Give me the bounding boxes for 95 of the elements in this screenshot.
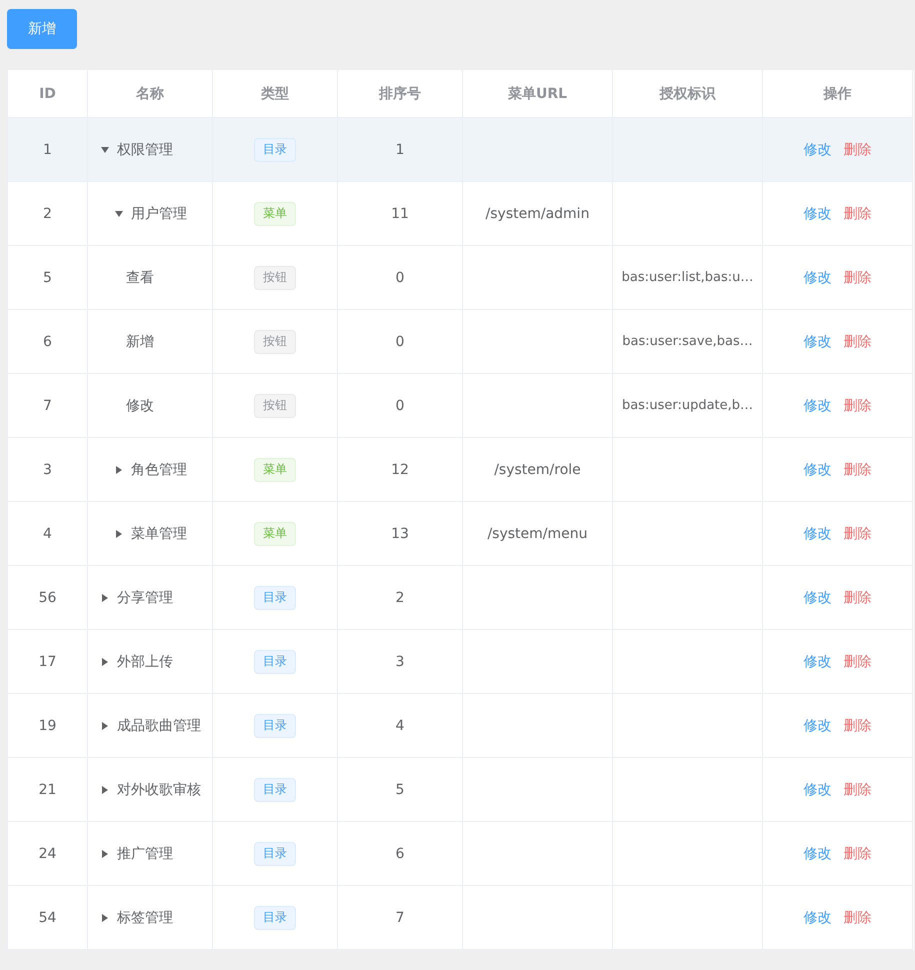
type-tag: 目录	[254, 842, 296, 866]
caret-right-icon[interactable]	[102, 722, 108, 730]
delete-link[interactable]: 删除	[838, 332, 878, 350]
table-cell: 13	[338, 502, 463, 566]
menu-name: 用户管理	[131, 204, 187, 222]
edit-link[interactable]: 修改	[798, 332, 838, 350]
edit-link[interactable]: 修改	[798, 524, 838, 542]
edit-link[interactable]: 修改	[798, 460, 838, 478]
menu-name: 对外收歌审核	[117, 780, 201, 798]
menu-name: 新增	[126, 332, 154, 350]
delete-link[interactable]: 删除	[838, 524, 878, 542]
table-cell: 3	[338, 630, 463, 694]
table-cell: 0	[338, 246, 463, 310]
table-cell: 3	[8, 438, 88, 502]
type-tag: 目录	[254, 138, 296, 162]
table-cell: 5	[338, 758, 463, 822]
permission-key: bas:user:update,b…	[622, 398, 754, 413]
menu-name: 查看	[126, 268, 154, 286]
menu-url: /system/menu	[487, 526, 588, 542]
type-tag: 菜单	[254, 202, 296, 226]
table-cell: 54	[8, 886, 88, 950]
edit-link[interactable]: 修改	[798, 140, 838, 158]
edit-link[interactable]: 修改	[798, 908, 838, 926]
table-cell: 7	[338, 886, 463, 950]
table-cell: 11	[338, 182, 463, 246]
table-cell: 0	[338, 374, 463, 438]
table-cell: 24	[8, 822, 88, 886]
caret-right-icon[interactable]	[102, 594, 108, 602]
delete-link[interactable]: 删除	[838, 652, 878, 670]
table-cell: 0	[338, 310, 463, 374]
menu-name: 标签管理	[117, 908, 173, 926]
table-cell: 5	[8, 246, 88, 310]
edit-link[interactable]: 修改	[798, 204, 838, 222]
menu-name: 修改	[126, 396, 154, 414]
type-tag: 目录	[254, 906, 296, 930]
caret-right-icon[interactable]	[102, 658, 108, 666]
delete-link[interactable]: 删除	[838, 780, 878, 798]
permission-key: bas:user:save,bas…	[622, 334, 753, 349]
table-cell: 12	[338, 438, 463, 502]
table-cell: 21	[8, 758, 88, 822]
caret-down-icon[interactable]	[101, 146, 109, 152]
edit-link[interactable]: 修改	[798, 588, 838, 606]
caret-right-icon[interactable]	[116, 466, 122, 474]
menu-url: /system/role	[494, 462, 581, 478]
caret-right-icon[interactable]	[102, 850, 108, 858]
caret-right-icon[interactable]	[102, 786, 108, 794]
menu-url: /system/admin	[486, 206, 590, 222]
type-tag: 目录	[254, 586, 296, 610]
table-cell: 6	[338, 822, 463, 886]
caret-right-icon[interactable]	[116, 530, 122, 538]
type-tag: 按钮	[254, 330, 296, 354]
edit-link[interactable]: 修改	[798, 268, 838, 286]
delete-link[interactable]: 删除	[838, 140, 878, 158]
delete-link[interactable]: 删除	[838, 588, 878, 606]
menu-name: 推广管理	[117, 844, 173, 862]
edit-link[interactable]: 修改	[798, 652, 838, 670]
delete-link[interactable]: 删除	[838, 460, 878, 478]
menu-name: 菜单管理	[131, 524, 187, 542]
delete-link[interactable]: 删除	[838, 844, 878, 862]
type-tag: 按钮	[254, 394, 296, 418]
edit-link[interactable]: 修改	[798, 780, 838, 798]
table-cell: 6	[8, 310, 88, 374]
caret-down-icon[interactable]	[115, 210, 123, 216]
type-tag: 菜单	[254, 458, 296, 482]
add-button[interactable]: 新增	[7, 9, 77, 49]
type-tag: 菜单	[254, 522, 296, 546]
delete-link[interactable]: 删除	[838, 396, 878, 414]
delete-link[interactable]: 删除	[838, 716, 878, 734]
table-cell: 56	[8, 566, 88, 630]
table-cell: 2	[338, 566, 463, 630]
type-tag: 目录	[254, 650, 296, 674]
menu-name: 成品歌曲管理	[117, 716, 201, 734]
menu-name: 权限管理	[117, 140, 173, 158]
table-cell: 4	[338, 694, 463, 758]
menu-name: 分享管理	[117, 588, 173, 606]
caret-right-icon[interactable]	[102, 914, 108, 922]
menu-name: 角色管理	[131, 460, 187, 478]
edit-link[interactable]: 修改	[798, 396, 838, 414]
table-cell: 7	[8, 374, 88, 438]
type-tag: 目录	[254, 714, 296, 738]
table-cell: 1	[8, 118, 88, 182]
edit-link[interactable]: 修改	[798, 844, 838, 862]
permission-key: bas:user:list,bas:u…	[622, 270, 754, 285]
table-cell: 1	[338, 118, 463, 182]
menu-name: 外部上传	[117, 652, 173, 670]
delete-link[interactable]: 删除	[838, 268, 878, 286]
table-cell: 17	[8, 630, 88, 694]
type-tag: 按钮	[254, 266, 296, 290]
type-tag: 目录	[254, 778, 296, 802]
delete-link[interactable]: 删除	[838, 908, 878, 926]
delete-link[interactable]: 删除	[838, 204, 878, 222]
table-cell: 19	[8, 694, 88, 758]
table-cell: 4	[8, 502, 88, 566]
table-cell: 2	[8, 182, 88, 246]
edit-link[interactable]: 修改	[798, 716, 838, 734]
